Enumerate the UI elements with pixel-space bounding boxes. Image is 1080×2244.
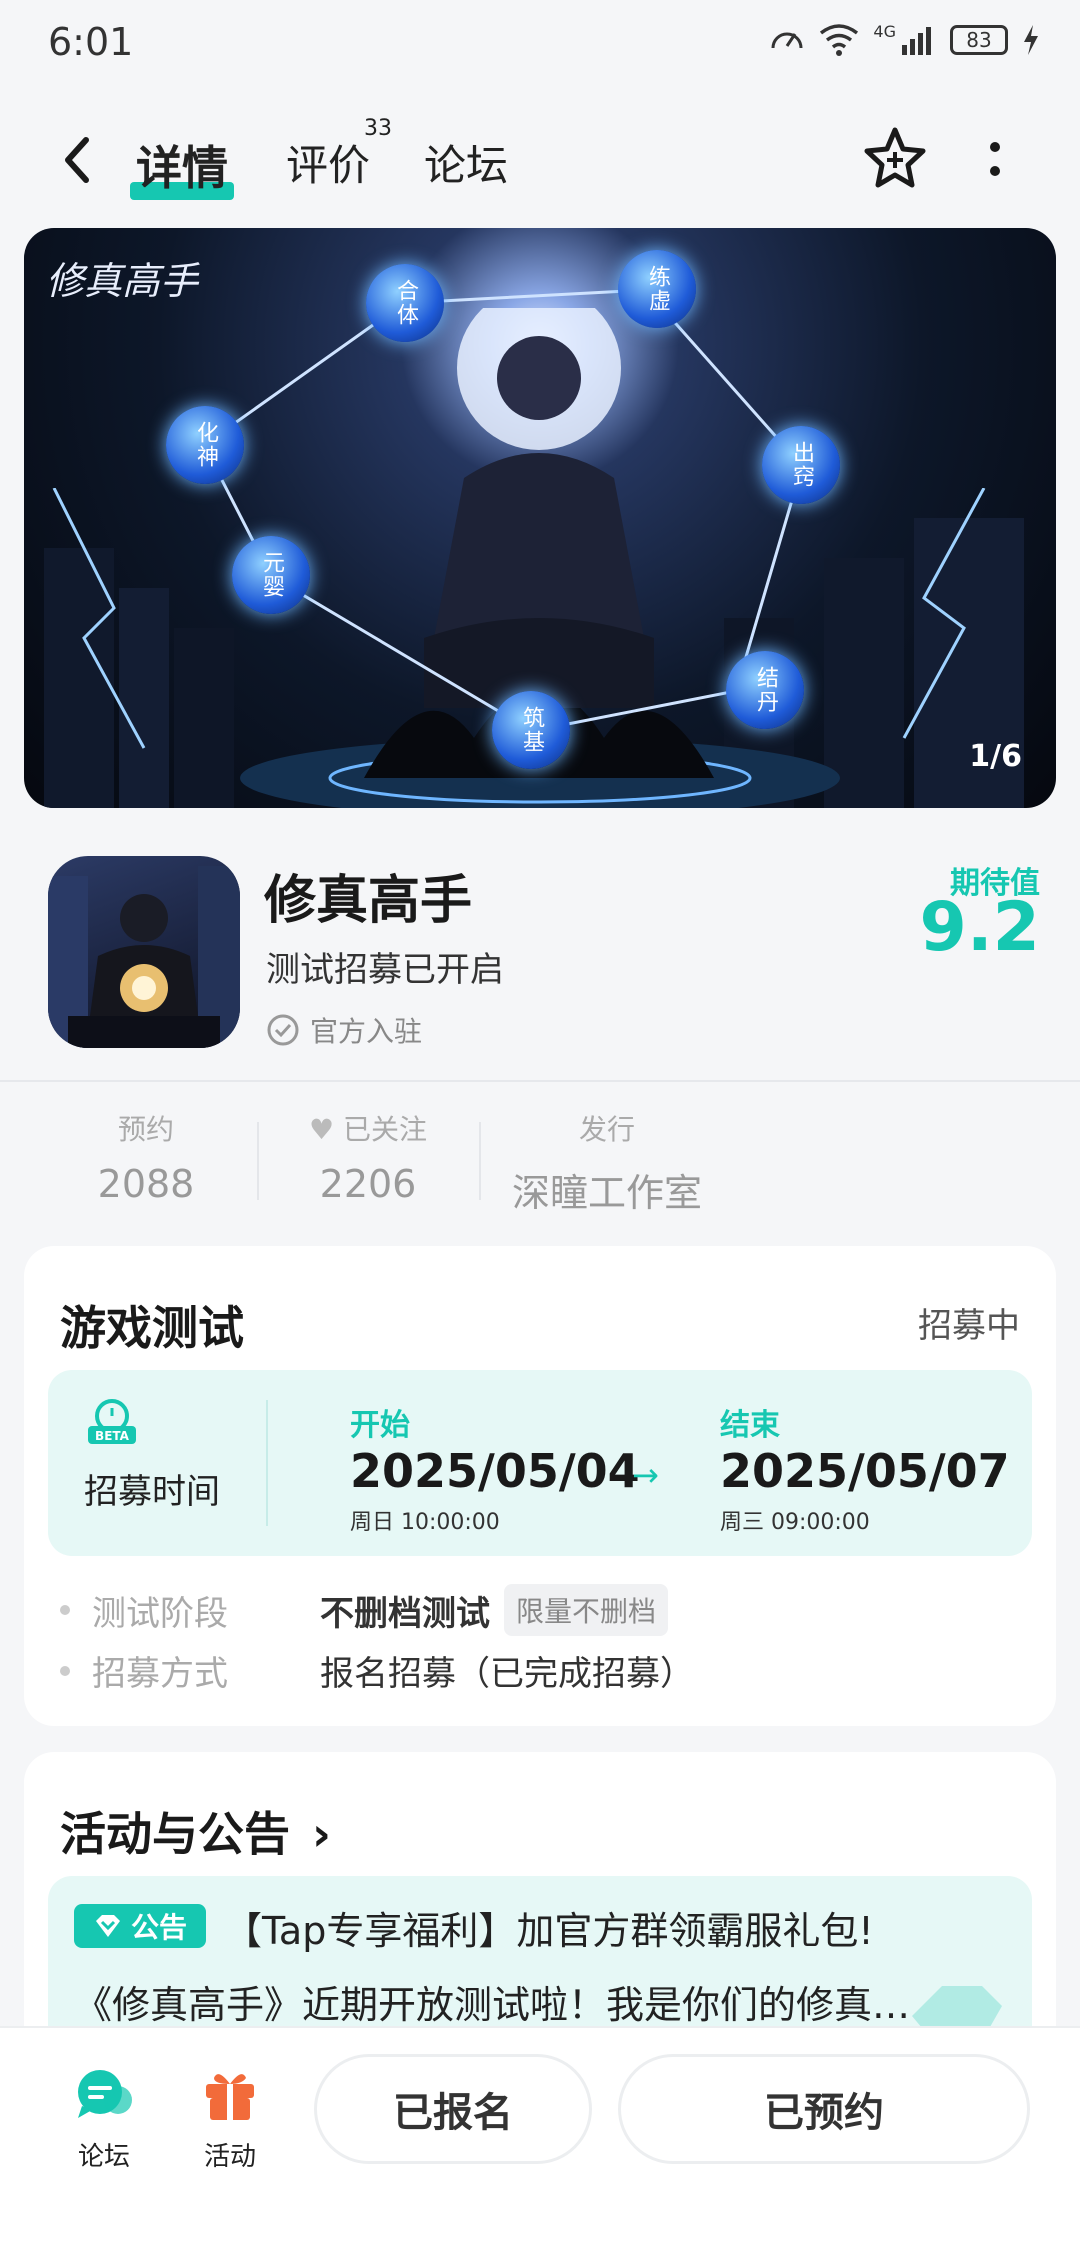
- status-bar: 6:01 4G 83: [0, 0, 1080, 90]
- chevron-left-icon: [65, 137, 89, 183]
- end-time: 周三 09:00:00: [720, 1510, 870, 1535]
- favorite-button[interactable]: [860, 124, 930, 194]
- realm-orb: 结丹: [726, 651, 804, 729]
- tab-detail-label: 详情: [136, 141, 228, 195]
- signed-up-button[interactable]: 已报名: [314, 2054, 592, 2164]
- stat-follow-label: ♥ 已关注: [308, 1113, 428, 1146]
- review-count-badge: 33: [364, 116, 392, 141]
- battery-icon: 83: [950, 25, 1008, 55]
- chat-bubbles-icon: [78, 2070, 132, 2118]
- status-icons: 4G 83: [769, 22, 1040, 58]
- bullet-dot: [60, 1605, 70, 1615]
- stat-follow-value: 2206: [319, 1162, 417, 1206]
- status-time: 6:01: [48, 20, 134, 64]
- reserved-label: 已预约: [764, 2090, 884, 2136]
- back-button[interactable]: [50, 130, 110, 190]
- tab-detail[interactable]: 详情: [130, 132, 234, 200]
- recruit-time-label: 招募时间: [84, 1472, 220, 1512]
- wifi-icon: [820, 24, 859, 56]
- top-nav: 详情 评价 33 论坛: [0, 110, 1080, 210]
- gift-icon: [206, 2074, 254, 2120]
- recruit-method-value: 报名招募（已完成招募）: [320, 1654, 694, 1694]
- section-divider: [0, 1080, 1080, 1082]
- official-label: 官方入驻: [310, 1015, 423, 1048]
- game-icon-art: [48, 866, 240, 1048]
- start-time: 周日 10:00:00: [350, 1510, 500, 1535]
- realm-orb: 练虚: [618, 250, 696, 328]
- tab-forum[interactable]: 论坛: [424, 132, 508, 193]
- test-stage-row: 测试阶段 不删档测试 限量不删档: [60, 1584, 669, 1636]
- speed-icon: [771, 32, 803, 49]
- activity-title-link[interactable]: 活动与公告 ›: [60, 1798, 331, 1864]
- end-date: 2025/05/07: [720, 1444, 1010, 1498]
- test-status: 招募中: [918, 1306, 1020, 1346]
- stat-follow[interactable]: ♥ 已关注 2206: [296, 1108, 440, 1206]
- reserved-button[interactable]: 已预约: [618, 2054, 1030, 2164]
- notice-preview: 《修真高手》近期开放测试啦！我是你们的修真…: [74, 1983, 911, 2027]
- svg-text:BETA: BETA: [95, 1429, 130, 1443]
- charging-icon: [1024, 25, 1038, 55]
- stat-publisher-value: 深瞳工作室: [511, 1171, 702, 1215]
- stat-publisher-label: 发行: [578, 1113, 635, 1146]
- signed-up-label: 已报名: [393, 2090, 513, 2136]
- stat-separator: [479, 1122, 481, 1200]
- start-date: 2025/05/04: [350, 1444, 640, 1498]
- star-plus-icon: [864, 127, 926, 188]
- game-test-card: 游戏测试 招募中 BETA 招募时间 开始 2025/05/04 周日 10:0…: [24, 1246, 1056, 1726]
- recruit-method-label: 招募方式: [92, 1654, 228, 1694]
- network-label: 4G: [873, 21, 896, 41]
- arrow-right-icon: →: [632, 1456, 659, 1494]
- stat-reserve-label: 预约: [117, 1113, 174, 1146]
- bullet-dot: [60, 1665, 70, 1676]
- recruit-method-row: 招募方式 报名招募（已完成招募）: [60, 1646, 694, 1695]
- realm-orb: 元婴: [232, 536, 310, 614]
- banner-logo: 修真高手: [46, 259, 199, 303]
- stat-publisher[interactable]: 发行 深瞳工作室: [502, 1108, 712, 1217]
- bottom-forum-label: 论坛: [77, 2142, 130, 2172]
- expect-score: 9.2: [919, 888, 1040, 967]
- game-title: 修真高手: [264, 871, 473, 931]
- more-vertical-icon: [990, 142, 1000, 176]
- recruit-time-box: BETA 招募时间 开始 2025/05/04 周日 10:00:00 → 结束…: [48, 1370, 1032, 1556]
- stat-separator: [257, 1122, 259, 1200]
- heart-check-icon: ♥: [308, 1113, 335, 1146]
- realm-orb: 筑基: [492, 691, 570, 769]
- chevron-right-icon: ›: [312, 1807, 331, 1861]
- realm-orb: 合体: [366, 264, 444, 342]
- bottom-activity-label: 活动: [203, 2142, 256, 2172]
- test-card-title: 游戏测试: [60, 1301, 244, 1355]
- realm-orb: 化神: [166, 406, 244, 484]
- test-stage-label: 测试阶段: [92, 1593, 228, 1634]
- start-label: 开始: [350, 1408, 410, 1443]
- stat-reserve-value: 2088: [97, 1162, 195, 1206]
- game-icon[interactable]: [48, 856, 240, 1048]
- beta-clock-icon: BETA: [88, 1399, 136, 1444]
- realm-orb: 出窍: [762, 426, 840, 504]
- tab-review[interactable]: 评价 33: [286, 116, 392, 193]
- test-stage-value: 不删档测试: [320, 1593, 490, 1634]
- signal-icon: [902, 27, 931, 55]
- test-stage-tag: 限量不删档: [504, 1584, 669, 1636]
- stat-reserve: 预约 2088: [96, 1108, 196, 1206]
- bottom-forum-button[interactable]: 论坛: [54, 2064, 154, 2173]
- official-badge: 官方入驻: [266, 1010, 422, 1050]
- end-label: 结束: [720, 1408, 780, 1443]
- bottom-action-bar: 论坛 活动 已报名 已预约: [0, 2026, 1080, 2244]
- tab-review-label: 评价: [286, 141, 371, 190]
- activity-title: 活动与公告: [60, 1807, 290, 1861]
- more-button[interactable]: [980, 134, 1010, 184]
- game-subtitle: 测试招募已开启: [266, 950, 504, 990]
- notice-headline: 【Tap专享福利】加官方群领霸服礼包!: [224, 1909, 874, 1953]
- tab-forum-label: 论坛: [424, 141, 509, 190]
- check-circle-icon: [267, 1014, 299, 1046]
- banner-page-counter: 1/6: [969, 739, 1022, 774]
- bottom-activity-button[interactable]: 活动: [180, 2064, 280, 2173]
- media-banner[interactable]: 修真高手 合体 练虚 化神 出窍 元婴 结丹 筑基 1/6: [24, 228, 1056, 808]
- notice-badge: 公告: [74, 1904, 206, 1948]
- time-separator: [266, 1400, 268, 1526]
- diamond-icon: [95, 1915, 120, 1937]
